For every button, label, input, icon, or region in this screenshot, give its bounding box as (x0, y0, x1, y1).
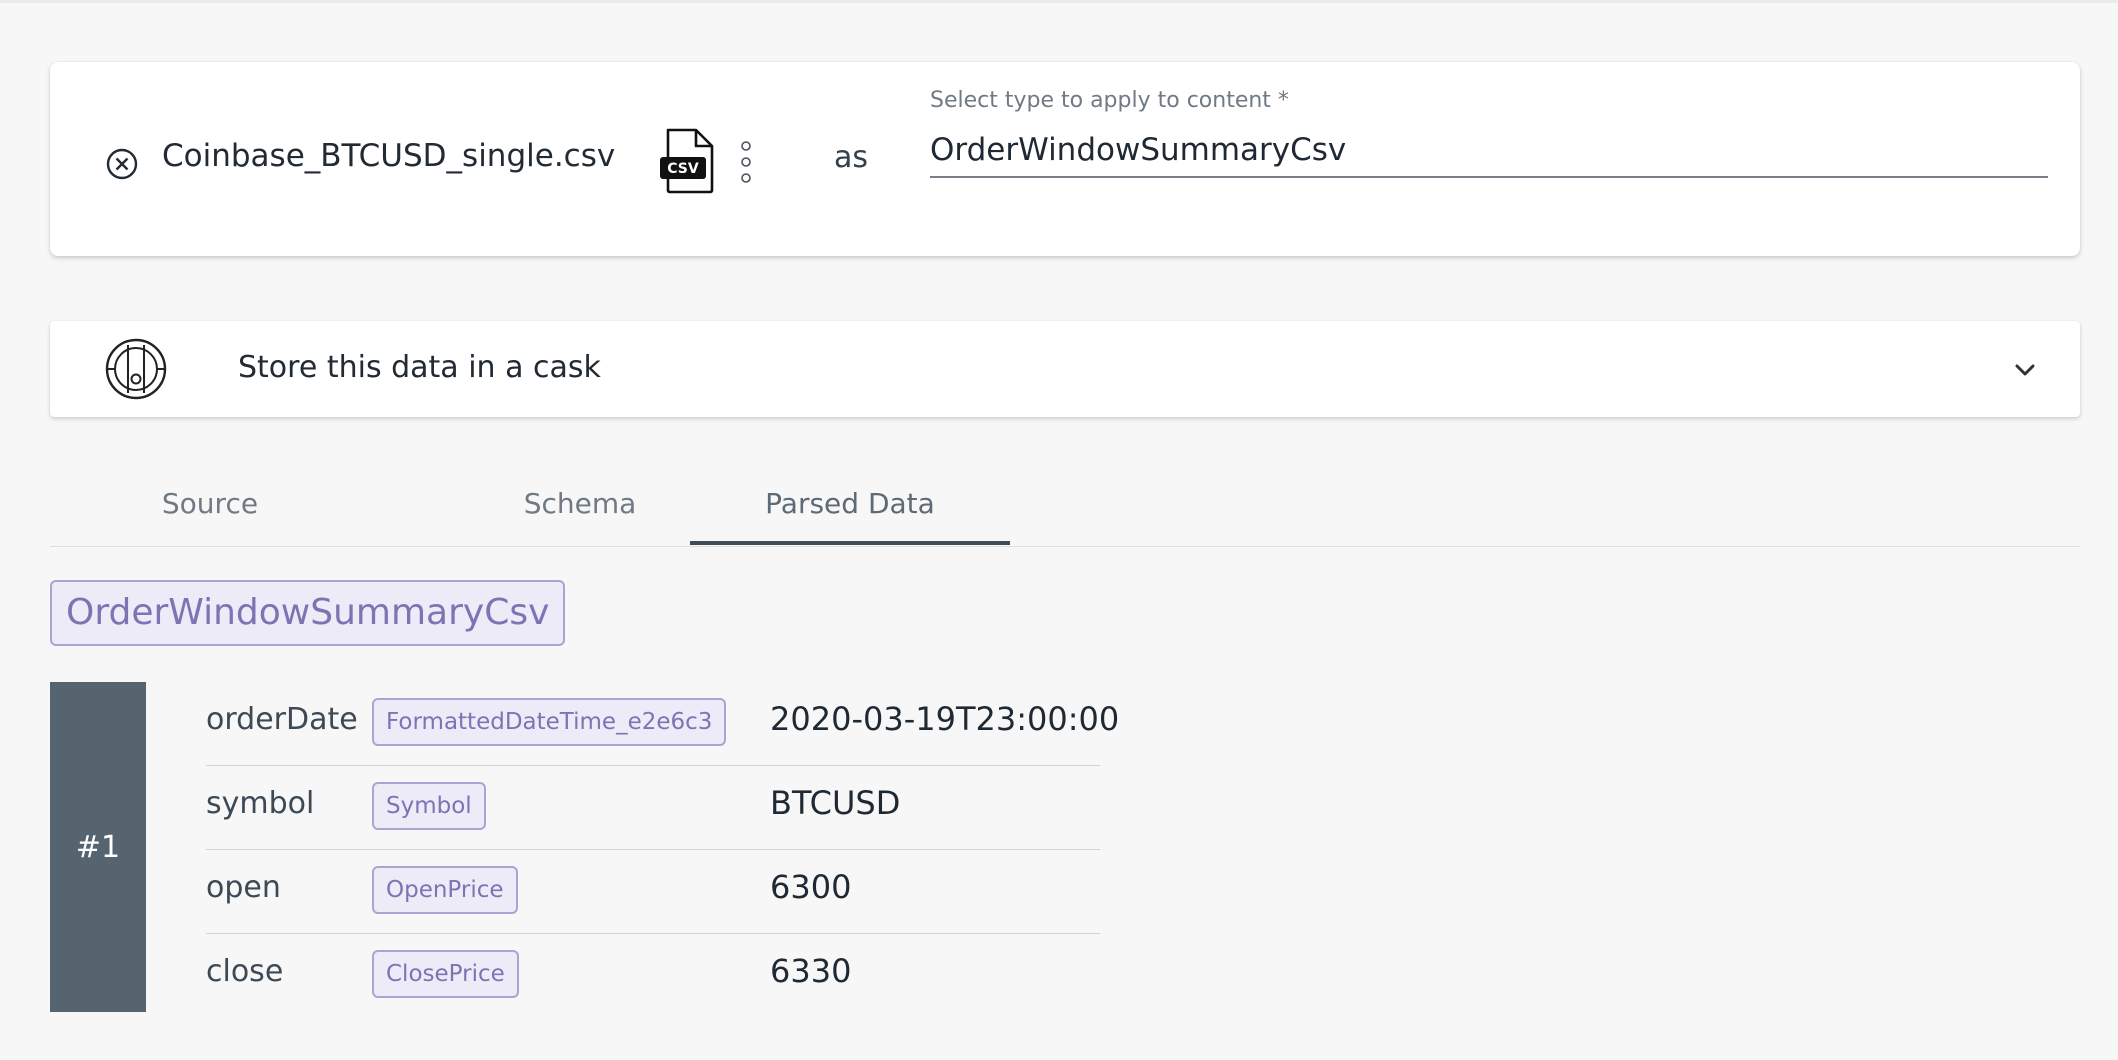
chevron-down-icon[interactable] (2010, 355, 2040, 385)
tab-source[interactable]: Source (100, 460, 320, 546)
record-index: #1 (50, 682, 146, 1012)
as-label: as (834, 140, 869, 175)
file-name: Coinbase_BTCUSD_single.csv (162, 138, 616, 174)
field-row: close ClosePrice 6330 (206, 934, 1100, 1017)
field-type-chip[interactable]: FormattedDateTime_e2e6c3 (372, 698, 727, 746)
store-in-cask-panel[interactable]: Store this data in a cask (50, 321, 2080, 417)
type-select-field: Select type to apply to content * (930, 88, 2048, 188)
cask-label: Store this data in a cask (238, 350, 601, 385)
field-row: symbol Symbol BTCUSD (206, 766, 1100, 850)
type-select-input[interactable] (930, 124, 2048, 178)
field-value: 6330 (770, 952, 852, 990)
csv-file-icon: CSV (660, 128, 714, 194)
field-name: close (206, 954, 284, 989)
field-name: symbol (206, 786, 315, 821)
view-tabs: Source Schema Parsed Data (50, 460, 2080, 547)
field-value: 6300 (770, 868, 852, 906)
tab-parsed-data[interactable]: Parsed Data (690, 460, 1010, 546)
field-row: open OpenPrice 6300 (206, 850, 1100, 934)
parsed-type-chip[interactable]: OrderWindowSummaryCsv (50, 580, 566, 646)
more-options-icon[interactable] (736, 138, 756, 190)
field-row: orderDate FormattedDateTime_e2e6c3 2020-… (206, 682, 1119, 766)
csv-badge-text: CSV (667, 161, 699, 177)
field-type-chip[interactable]: Symbol (372, 782, 486, 830)
field-value: BTCUSD (770, 784, 901, 822)
remove-file-icon[interactable] (104, 146, 140, 182)
record-fields: orderDate FormattedDateTime_e2e6c3 2020-… (206, 682, 1119, 1017)
type-select-label: Select type to apply to content * (930, 88, 1289, 113)
active-tab-indicator (690, 541, 1010, 545)
field-value: 2020-03-19T23:00:00 (770, 700, 1120, 738)
file-card: Coinbase_BTCUSD_single.csv CSV as Select… (50, 62, 2080, 256)
field-type-chip[interactable]: OpenPrice (372, 866, 518, 914)
top-divider (0, 0, 2118, 3)
field-name: orderDate (206, 702, 358, 737)
cask-icon (105, 338, 167, 400)
field-type-chip[interactable]: ClosePrice (372, 950, 519, 998)
field-name: open (206, 870, 281, 905)
